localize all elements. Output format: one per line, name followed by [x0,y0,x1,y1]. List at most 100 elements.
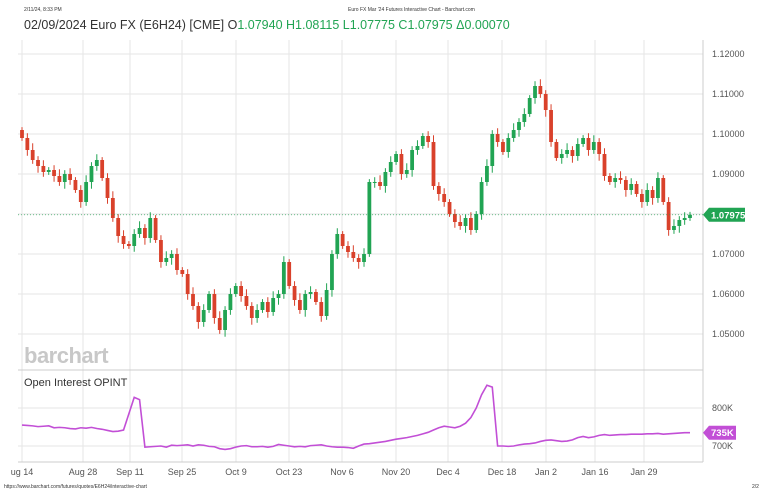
candle-body [452,214,457,222]
price-tick-label: 1.11000 [712,89,744,99]
candle-body [447,202,452,214]
candle-body [522,114,527,122]
oi-tick-label: 700K [712,441,733,451]
price-tick-label: 1.10000 [712,129,745,139]
candle-body [89,166,94,182]
candle-body [506,138,511,152]
x-tick-label: Sep 11 [116,467,144,477]
candle-body [597,142,602,154]
candle-body [351,252,356,258]
candle-body [533,86,537,98]
x-tick-label: Oct 23 [276,467,303,477]
candle-body [153,218,158,240]
candle-body [62,174,67,182]
x-tick-label: Nov 20 [382,467,411,477]
candle-body [378,182,382,186]
candle-body [415,146,420,150]
candle-body [356,258,361,262]
x-tick-label: Dec 4 [436,467,460,477]
candle-body [121,236,126,244]
x-tick-label: Jan 16 [581,467,608,477]
price-tick-label: 1.05000 [712,329,745,339]
candle-body [543,94,548,110]
candle-body [260,302,265,310]
candle-body [78,190,83,202]
candle-body [474,214,479,230]
price-tick-label: 1.06000 [712,289,745,299]
candle-body [672,226,676,230]
candle-body [538,86,543,94]
candle-body [645,190,650,202]
candle-body [383,172,388,186]
candle-body [420,136,425,146]
candle-body [132,234,137,246]
candle-body [164,258,169,262]
price-chart[interactable]: ug 14 Aug 28 Sep 11 Sep 25 Oct 9 Oct 23 Nov 6 N… [0,0,768,497]
candle-body [340,234,345,246]
candle-body [126,244,131,246]
candle-body [629,184,634,190]
candle-body [623,180,628,190]
candle-body [372,182,377,183]
candle-body [468,218,473,230]
x-tick-label: Sep 25 [168,467,197,477]
candle-body [613,178,618,182]
candle-body [656,178,660,198]
candle-body [185,274,190,294]
price-tick-label: 1.07000 [712,249,745,259]
candle-body [25,138,30,150]
candle-body [549,110,553,142]
candle-body [394,154,398,162]
candle-body [682,218,687,220]
candle-body [404,170,409,174]
candle-body [399,154,404,174]
candle-body [650,190,655,198]
candle-body [68,174,72,180]
open-interest-title: Open Interest OPINT [24,377,128,389]
candle-body [346,246,350,252]
candle-body [191,294,195,306]
candle-body [196,306,201,322]
candle-body [388,162,393,172]
candle-body [330,254,334,290]
x-tick-label: Jan 29 [630,467,657,477]
candle-body [265,302,270,312]
candle-body [362,254,366,262]
candle-body [554,142,559,158]
open-interest-line [21,384,690,451]
candle-body [666,202,671,230]
candle-body [297,300,302,310]
print-page-number: 2/2 [752,484,759,490]
price-tick-label: 1.09000 [712,169,745,179]
candle-body [73,180,78,190]
candle-body [559,154,564,158]
candle-body [426,136,431,142]
candle-body [410,150,415,170]
candle-body [223,310,227,330]
candle-body [511,130,516,138]
candle-body [479,182,484,214]
x-tick-label: Jan 2 [535,467,557,477]
candle-body [116,218,121,236]
candle-body [517,122,521,130]
x-tick-label: Nov 6 [330,467,354,477]
candle-body [485,166,489,182]
candle-body [175,254,179,270]
candle-body [46,170,51,172]
x-tick-label: Dec 18 [488,467,517,477]
candle-body [319,302,324,316]
oi-value-label: 735K [711,428,734,439]
oi-tick-label: 800K [712,403,733,413]
candle-body [233,286,238,294]
price-tick-label: 1.12000 [712,49,745,59]
candle-body [41,166,46,172]
candle-body [169,254,174,258]
candle-body [458,222,463,226]
candle-body [570,150,575,156]
candle-body [335,234,340,254]
candle-body [207,294,211,310]
candle-body [159,240,163,262]
candle-body [217,318,222,330]
candle-body [431,142,436,186]
candle-body [201,310,206,322]
